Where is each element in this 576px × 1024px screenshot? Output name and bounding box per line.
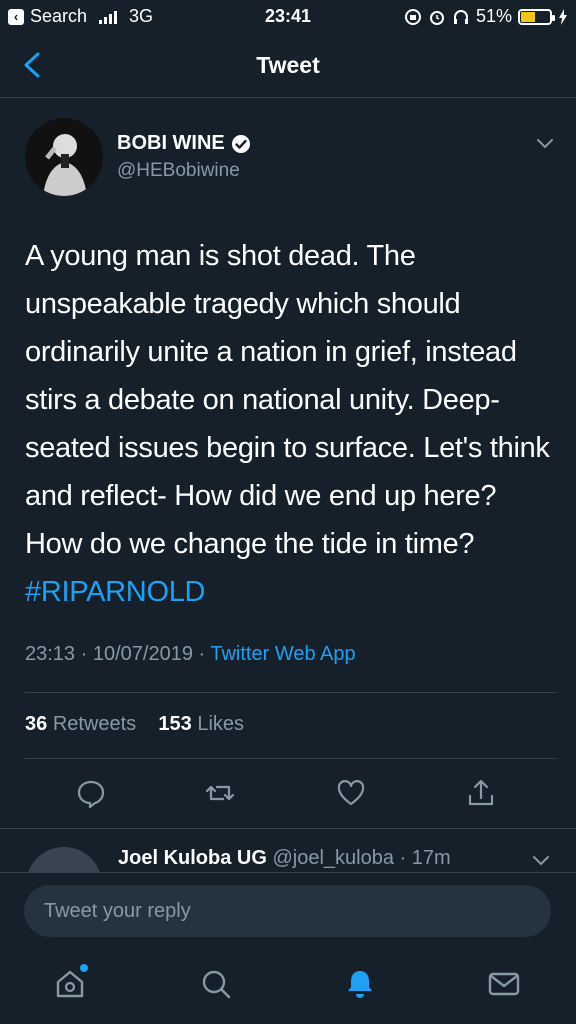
divider bbox=[25, 758, 557, 759]
reply-chevron-down-icon[interactable] bbox=[531, 853, 551, 867]
orientation-lock-icon bbox=[404, 8, 421, 25]
author-avatar[interactable] bbox=[25, 118, 103, 196]
likes-link[interactable]: 153 Likes bbox=[158, 713, 244, 735]
share-icon[interactable] bbox=[464, 776, 498, 810]
battery-percent: 51% bbox=[475, 6, 512, 26]
tweet-time: 23:13 bbox=[25, 643, 76, 665]
reply-author-name[interactable]: Joel Kuloba UG bbox=[118, 847, 267, 869]
reply-bar bbox=[0, 872, 576, 952]
divider bbox=[25, 692, 557, 693]
bottom-tab-bar bbox=[0, 952, 576, 1024]
hashtag-link[interactable]: #RIPARNOLD bbox=[25, 576, 205, 608]
search-icon[interactable] bbox=[198, 966, 234, 1002]
author-name[interactable]: BOBI WINE bbox=[117, 132, 225, 155]
tweet-meta: 23:13 · 10/07/2019 · Twitter Web App bbox=[25, 643, 356, 665]
reply-age: · 17m bbox=[399, 847, 451, 869]
retweets-count: 36 bbox=[25, 713, 48, 735]
reply-author-handle[interactable]: @joel_kuloba bbox=[272, 847, 394, 869]
reply-icon[interactable] bbox=[74, 776, 108, 810]
tweet-source-link[interactable]: Twitter Web App bbox=[210, 643, 355, 665]
likes-label: Likes bbox=[197, 713, 245, 735]
tweet-stats: 36 Retweets 153 Likes bbox=[25, 713, 244, 736]
alarm-icon bbox=[429, 10, 444, 25]
reply-input[interactable] bbox=[24, 885, 551, 937]
chevron-down-icon[interactable] bbox=[535, 136, 555, 150]
reply-preview[interactable]: Joel Kuloba UG @joel_kuloba · 17m bbox=[0, 828, 576, 872]
home-notification-dot bbox=[80, 964, 88, 972]
reply-avatar[interactable] bbox=[26, 847, 102, 872]
notifications-bell-icon[interactable] bbox=[342, 966, 378, 1002]
tweet-date: 10/07/2019 bbox=[92, 643, 193, 665]
retweets-label: Retweets bbox=[52, 713, 137, 735]
tweet-body: A young man is shot dead. The unspeakabl… bbox=[25, 240, 550, 560]
likes-count: 153 bbox=[158, 713, 192, 735]
page-title: Tweet bbox=[256, 52, 320, 78]
headphones-icon bbox=[453, 9, 468, 24]
battery-icon bbox=[518, 8, 555, 25]
retweet-icon[interactable] bbox=[203, 776, 237, 810]
status-bar: ‹ Search 3G 23:41 51% bbox=[0, 0, 576, 34]
messages-envelope-icon[interactable] bbox=[486, 966, 522, 1002]
reply-author-row: Joel Kuloba UG @joel_kuloba · 17m bbox=[118, 847, 451, 870]
nav-header: Tweet bbox=[0, 34, 576, 98]
like-heart-icon[interactable] bbox=[334, 776, 368, 810]
author-handle[interactable]: @HEBobiwine bbox=[117, 160, 240, 182]
retweets-link[interactable]: 36 Retweets bbox=[25, 713, 136, 735]
charging-bolt-icon bbox=[559, 8, 567, 25]
author-name-row[interactable]: BOBI WINE bbox=[117, 132, 251, 155]
tweet-text: A young man is shot dead. The unspeakabl… bbox=[25, 232, 555, 616]
verified-badge-icon bbox=[231, 134, 250, 153]
tweet-actions bbox=[0, 776, 576, 816]
